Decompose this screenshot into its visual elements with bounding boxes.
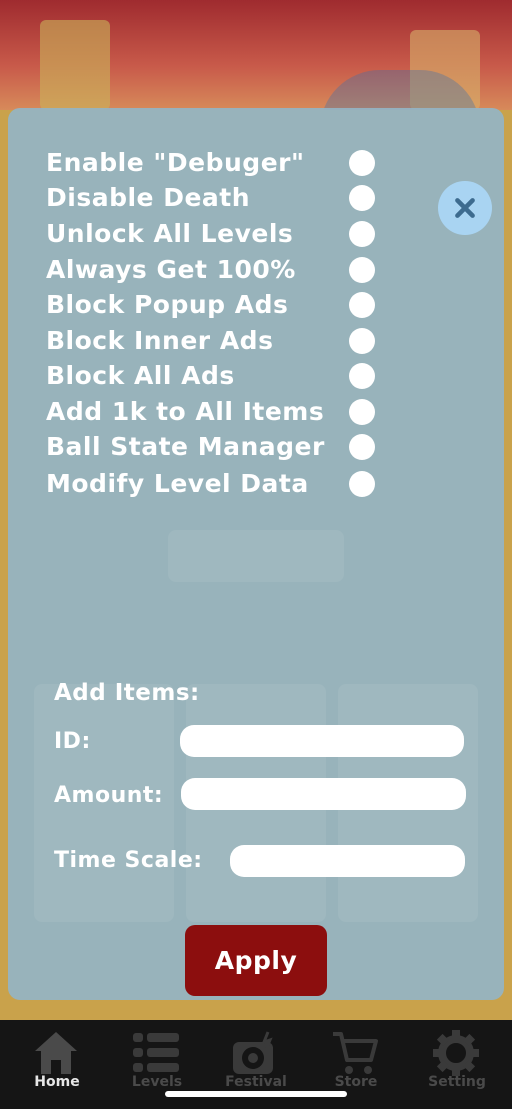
toggle-label: Block Inner Ads [46,326,274,355]
toggle-row-ball-state-manager[interactable]: Ball State Manager [46,430,386,464]
toggle-label: Modify Level Data [46,469,309,498]
toggle-row-add-1k-items[interactable]: Add 1k to All Items [46,395,386,429]
toggle-row-block-popup-ads[interactable]: Block Popup Ads [46,288,386,322]
toggle-switch[interactable] [349,185,375,211]
toggle-row-unlock-all-levels[interactable]: Unlock All Levels [46,217,386,251]
toggle-row-enable-debugger[interactable]: Enable "Debuger" [46,146,386,180]
nav-label: Setting [428,1074,486,1090]
toggle-label: Add 1k to All Items [46,397,325,426]
id-label: ID: [54,729,91,754]
amount-input[interactable] [181,778,466,810]
toggle-row-block-all-ads[interactable]: Block All Ads [46,359,386,393]
toggle-label: Block All Ads [46,361,235,390]
festival-disc-icon [233,1031,273,1074]
toggle-row-modify-level-data[interactable]: Modify Level Data [46,467,386,501]
nav-label: Store [334,1074,378,1090]
time-scale-input[interactable] [230,845,465,877]
toggle-switch[interactable] [349,150,375,176]
toggle-label: Block Popup Ads [46,290,289,319]
nav-label: Festival [225,1074,287,1090]
toggle-row-always-get-100[interactable]: Always Get 100% [46,253,386,287]
close-x-icon [455,198,475,218]
time-scale-label: Time Scale: [54,848,203,873]
apply-button[interactable]: Apply [185,925,327,996]
toggle-label: Disable Death [46,183,251,212]
levels-list-icon [133,1033,179,1072]
toggle-switch[interactable] [349,257,375,283]
toggle-label: Enable "Debuger" [46,148,305,177]
toggle-switch[interactable] [349,471,375,497]
toggle-label: Ball State Manager [46,432,325,461]
nav-item-home[interactable]: Home [9,1020,99,1109]
toggle-switch[interactable] [349,328,375,354]
nav-label: Home [34,1074,80,1090]
nav-label: Levels [131,1074,183,1090]
close-button[interactable] [438,181,492,235]
toggle-row-block-inner-ads[interactable]: Block Inner Ads [46,324,386,358]
toggle-row-disable-death[interactable]: Disable Death [46,181,386,215]
toggle-label: Always Get 100% [46,255,296,284]
toggle-switch[interactable] [349,434,375,460]
home-indicator[interactable] [165,1091,347,1097]
toggle-switch[interactable] [349,221,375,247]
nav-item-setting[interactable]: Setting [409,1020,499,1109]
toggle-label: Unlock All Levels [46,219,294,248]
toggle-switch[interactable] [349,292,375,318]
background-decoration [40,20,110,110]
add-items-title: Add Items: [54,680,200,706]
home-icon [35,1032,77,1074]
gear-icon [433,1030,479,1076]
debug-menu-panel: Enable "Debuger" Disable Death Unlock Al… [8,108,504,1000]
amount-label: Amount: [54,783,164,808]
id-input[interactable] [180,725,464,757]
toggle-switch[interactable] [349,399,375,425]
toggle-switch[interactable] [349,363,375,389]
cart-icon [333,1032,378,1074]
background-play-button-ghost [168,530,344,582]
